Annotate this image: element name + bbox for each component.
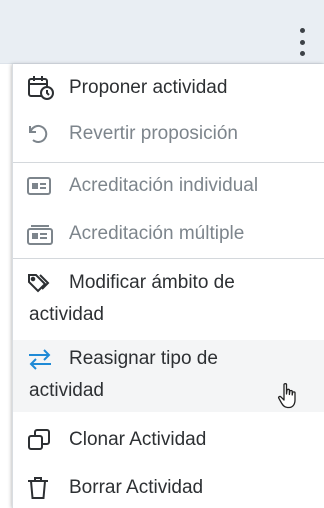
hand-cursor-icon <box>277 382 299 410</box>
menu-item-borrar-actividad[interactable]: Borrar Actividad <box>13 476 324 500</box>
menu-item-label-continued: actividad <box>29 304 104 325</box>
menu-item-label: Acreditación múltiple <box>69 223 245 244</box>
tags-icon <box>27 271 57 295</box>
menu-item-label: Revertir proposición <box>69 123 238 144</box>
menu-item-label: Acreditación individual <box>69 175 259 196</box>
top-bar <box>0 0 324 64</box>
menu-item-modificar-ambito[interactable]: Modificar ámbito de actividad <box>13 264 324 336</box>
context-menu: Proponer actividad Revertir proposición … <box>12 64 324 508</box>
trash-icon <box>27 476 57 500</box>
menu-item-acreditacion-individual[interactable]: Acreditación individual <box>13 174 324 198</box>
undo-icon <box>27 122 57 146</box>
clone-icon <box>27 428 57 452</box>
menu-divider <box>13 162 324 163</box>
calendar-clock-icon <box>27 76 57 100</box>
menu-item-clonar-actividad[interactable]: Clonar Actividad <box>13 428 324 452</box>
menu-item-acreditacion-multiple[interactable]: Acreditación múltiple <box>13 222 324 246</box>
menu-item-revertir-proposicion[interactable]: Revertir proposición <box>13 122 324 146</box>
menu-item-label: Proponer actividad <box>69 77 228 98</box>
menu-divider <box>13 258 324 259</box>
menu-item-label: Modificar ámbito de <box>69 272 235 293</box>
swap-arrows-icon <box>27 347 57 371</box>
id-cards-icon <box>27 222 57 246</box>
menu-item-proponer-actividad[interactable]: Proponer actividad <box>13 76 324 100</box>
menu-item-label: Clonar Actividad <box>69 429 207 450</box>
menu-item-label: Borrar Actividad <box>69 477 204 498</box>
more-options-icon[interactable] <box>296 28 308 56</box>
menu-item-label: Reasignar tipo de <box>69 348 218 369</box>
id-card-icon <box>27 174 57 198</box>
